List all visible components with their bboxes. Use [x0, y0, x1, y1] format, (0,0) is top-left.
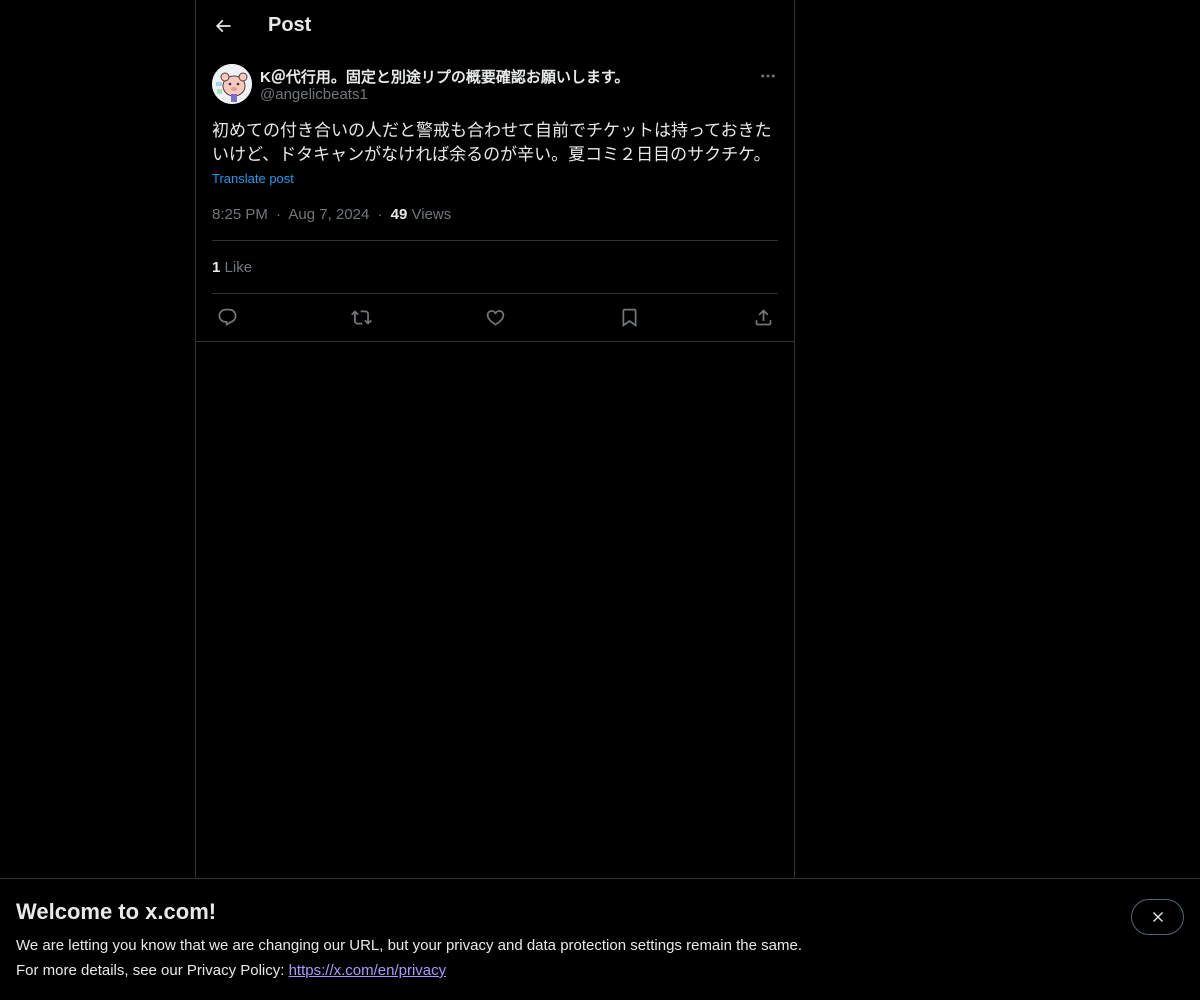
more-icon	[761, 74, 775, 78]
repost-button[interactable]	[349, 305, 373, 329]
banner-privacy-prefix: For more details, see our Privacy Policy…	[16, 962, 289, 979]
divider	[212, 293, 778, 294]
main-column: Post K＠代行用。固定と別途リプの概要確認お願いします。 @angelicb…	[195, 0, 795, 880]
bookmark-button[interactable]	[617, 305, 641, 329]
reply-icon	[218, 308, 236, 326]
translate-post-link[interactable]: Translate post	[212, 171, 294, 186]
meta-separator: ·	[377, 206, 383, 223]
heart-icon	[486, 309, 504, 326]
share-icon	[755, 308, 771, 325]
action-bar	[212, 305, 778, 329]
top-bar: Post	[196, 0, 794, 53]
reply-button[interactable]	[215, 305, 239, 329]
avatar-image	[212, 64, 252, 104]
display-name[interactable]: K＠代行用。固定と別途リプの概要確認お願いします。	[260, 66, 629, 87]
views-count: 49	[390, 206, 408, 223]
meta-separator: ·	[276, 206, 282, 223]
divider	[212, 240, 778, 241]
divider	[196, 341, 794, 342]
url-change-banner: Welcome to x.com! We are letting you kno…	[0, 878, 1200, 1000]
like-button[interactable]	[483, 305, 507, 329]
arrow-left-icon	[215, 19, 231, 33]
bookmark-icon	[622, 308, 636, 327]
avatar[interactable]	[212, 64, 252, 104]
share-button[interactable]	[751, 305, 775, 329]
repost-icon	[350, 309, 372, 325]
banner-title: Welcome to x.com!	[16, 899, 217, 924]
views-label: Views	[411, 206, 452, 223]
close-banner-button[interactable]	[1131, 899, 1184, 935]
likes-summary[interactable]: 1 Like	[212, 259, 252, 276]
banner-message: We are letting you know that we are chan…	[16, 937, 802, 954]
banner-privacy-line: For more details, see our Privacy Policy…	[16, 962, 446, 979]
privacy-policy-link[interactable]: https://x.com/en/privacy	[289, 962, 447, 979]
post-time[interactable]: 8:25 PM	[212, 206, 268, 223]
page-title: Post	[268, 14, 312, 36]
post-text: 初めての付き合いの人だと警戒も合わせて自前でチケットは持っておきたいけど、ドタキ…	[212, 121, 772, 164]
post-meta: 8:25 PM · Aug 7, 2024 · 49 Views	[212, 206, 451, 223]
user-handle[interactable]: @angelicbeats1	[260, 86, 368, 103]
close-icon	[1152, 912, 1163, 922]
back-button[interactable]	[208, 11, 238, 41]
post-date[interactable]: Aug 7, 2024	[288, 206, 369, 223]
more-options-button[interactable]	[756, 66, 780, 86]
likes-label: Like	[224, 259, 253, 276]
likes-count: 1	[212, 259, 221, 276]
